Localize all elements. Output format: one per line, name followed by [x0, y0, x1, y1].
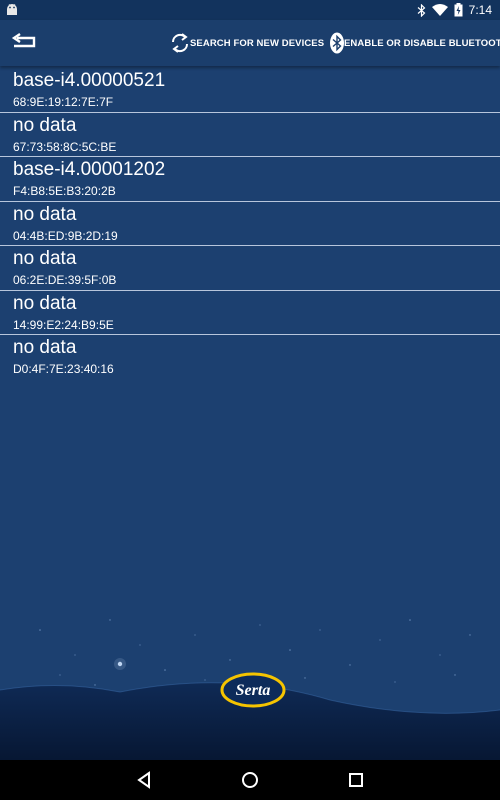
- device-row[interactable]: no data D0:4F:7E:23:40:16: [0, 335, 500, 380]
- wifi-icon: [431, 4, 448, 16]
- device-mac: D0:4F:7E:23:40:16: [13, 362, 114, 376]
- nav-recents-icon: [349, 773, 363, 787]
- system-nav-bar: [0, 760, 500, 800]
- device-name: no data: [13, 114, 77, 136]
- device-mac: 67:73:58:8C:5C:BE: [13, 139, 117, 154]
- device-mac: 04:4B:ED:9B:2D:19: [13, 228, 118, 243]
- nav-home-button[interactable]: [237, 768, 263, 792]
- app-bar: SEARCH FOR NEW DEVICES ENABLE OR DISABLE…: [0, 20, 500, 66]
- device-name: base-i4.00000521: [13, 70, 166, 91]
- device-mac: 14:99:E2:24:B9:5E: [13, 317, 114, 332]
- device-name: no data: [13, 248, 77, 269]
- device-name: no data: [13, 203, 77, 225]
- device-name: no data: [13, 292, 77, 314]
- device-row[interactable]: no data 04:4B:ED:9B:2D:19: [0, 202, 500, 246]
- device-mac: F4:B8:5E:B3:20:2B: [13, 184, 116, 198]
- status-time: 7:14: [468, 3, 492, 17]
- nav-recents-button[interactable]: [343, 768, 369, 792]
- device-mac: 68:9E:19:12:7E:7F: [13, 95, 114, 109]
- toggle-bluetooth-label: ENABLE OR DISABLE BLUETOOTH: [344, 37, 500, 49]
- nav-home-icon: [242, 772, 258, 788]
- device-row[interactable]: no data 14:99:E2:24:B9:5E: [0, 291, 500, 335]
- back-arrow-icon: [11, 33, 36, 48]
- toggle-bluetooth-button[interactable]: ENABLE OR DISABLE BLUETOOTH: [330, 30, 500, 56]
- device-row[interactable]: no data 06:2E:DE:39:5F:0B: [0, 246, 500, 291]
- device-row[interactable]: base-i4.00001202 F4:B8:5E:B3:20:2B: [0, 157, 500, 202]
- device-row[interactable]: no data 67:73:58:8C:5C:BE: [0, 113, 500, 157]
- device-mac: 06:2E:DE:39:5F:0B: [13, 273, 117, 287]
- refresh-icon: [171, 33, 189, 53]
- device-name: no data: [13, 337, 77, 358]
- android-icon: [7, 3, 17, 15]
- bluetooth-icon: [330, 32, 344, 54]
- search-devices-label: SEARCH FOR NEW DEVICES: [190, 37, 325, 49]
- device-name: base-i4.00001202: [13, 159, 166, 180]
- bluetooth-icon: [417, 3, 426, 17]
- back-button[interactable]: [8, 28, 40, 58]
- status-bar: 7:14: [0, 0, 500, 20]
- nav-back-button[interactable]: [131, 768, 157, 792]
- serta-logo: Serta: [220, 672, 286, 708]
- nav-back-icon: [137, 771, 150, 789]
- device-list: base-i4.00000521 68:9E:19:12:7E:7F no da…: [0, 68, 500, 380]
- device-row[interactable]: base-i4.00000521 68:9E:19:12:7E:7F: [0, 68, 500, 113]
- battery-charging-icon: [454, 3, 463, 17]
- serta-logo-text: Serta: [236, 682, 271, 699]
- search-devices-button[interactable]: SEARCH FOR NEW DEVICES: [170, 30, 324, 56]
